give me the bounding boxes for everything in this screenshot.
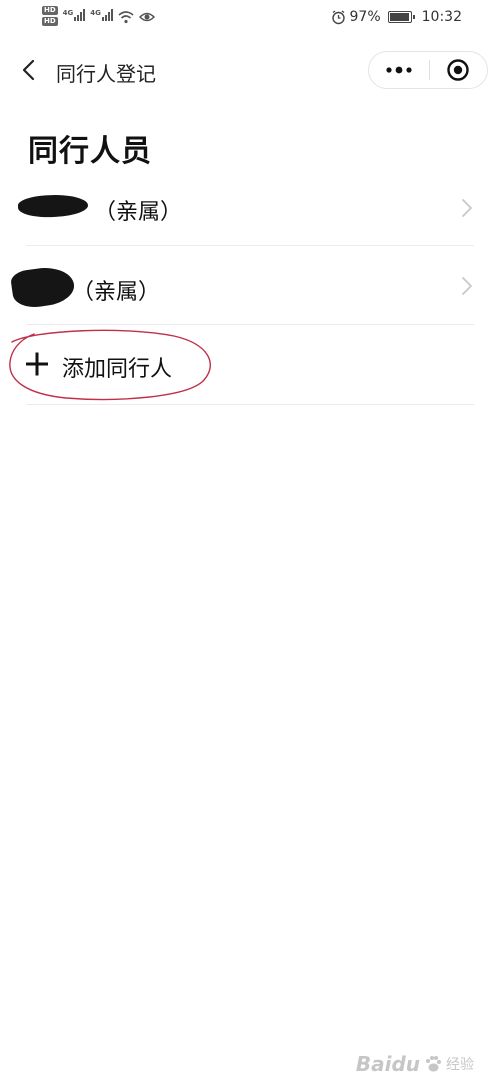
network-type: 4G <box>62 9 74 17</box>
chevron-left-icon <box>22 59 35 81</box>
back-button[interactable] <box>16 54 40 86</box>
eye-icon <box>138 12 155 22</box>
companion-row[interactable]: （亲属） <box>9 246 474 325</box>
watermark-sub: 经验 <box>446 1057 474 1073</box>
wifi-icon <box>118 11 134 24</box>
signal-icon: 4G <box>90 9 113 21</box>
signal-icon: 4G <box>63 9 86 21</box>
redacted-name <box>17 193 89 219</box>
page-title: 同行人登记 <box>56 62 156 86</box>
hd-badge: HD <box>42 17 58 26</box>
annotation-circle <box>9 329 211 401</box>
watermark-brand: Baidu <box>355 1052 420 1076</box>
more-button[interactable] <box>369 52 429 88</box>
baidu-watermark: Baidu 经验 <box>356 1052 474 1076</box>
hd-badge: HD <box>42 6 58 15</box>
clock: 10:32 <box>421 9 462 25</box>
target-close-icon <box>447 59 469 81</box>
navigation-bar: 同行人登记 <box>0 44 500 96</box>
status-left: HD HD 4G 4G <box>42 6 155 26</box>
relation-label: （亲属） <box>72 280 161 305</box>
companion-row[interactable]: （亲属） <box>17 168 474 246</box>
section-title: 同行人员 <box>28 134 152 169</box>
close-button[interactable] <box>429 52 487 88</box>
alarm-icon <box>331 9 345 24</box>
battery-icon <box>387 11 415 23</box>
network-type: 4G <box>90 9 101 17</box>
battery-percent: 97% <box>349 9 381 25</box>
mini-program-capsule <box>368 51 488 89</box>
chevron-right-icon <box>462 277 472 295</box>
status-right: 97% 10:32 <box>331 9 462 25</box>
more-dots-icon <box>386 66 412 74</box>
status-bar: HD HD 4G 4G 97% 10:32 <box>0 0 500 38</box>
paw-icon <box>426 1056 441 1072</box>
hd-badges: HD HD <box>42 6 58 26</box>
chevron-right-icon <box>462 199 472 217</box>
relation-label: （亲属） <box>94 200 183 225</box>
redacted-name <box>9 263 77 311</box>
